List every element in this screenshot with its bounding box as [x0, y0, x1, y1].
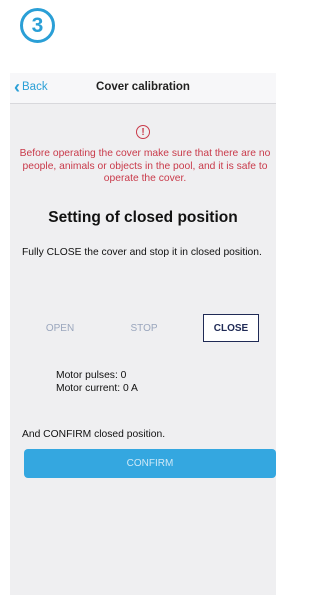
section-heading: Setting of closed position — [48, 209, 238, 226]
confirm-button[interactable]: CONFIRM — [24, 449, 276, 478]
close-button[interactable]: CLOSE — [203, 314, 259, 342]
motor-current: Motor current: 0 A — [56, 382, 138, 394]
page-title: Cover calibration — [96, 81, 190, 93]
step-number-badge: 3 — [20, 8, 55, 43]
warning-icon-glyph: ! — [141, 126, 145, 138]
confirm-prompt: And CONFIRM closed position. — [22, 429, 166, 440]
motor-status: Motor pulses: 0 Motor current: 0 A — [56, 370, 138, 395]
instruction-text: Fully CLOSE the cover and stop it in clo… — [22, 247, 262, 258]
step-number: 3 — [31, 13, 44, 37]
stop-button[interactable]: STOP — [119, 314, 169, 342]
warning-icon: ! — [136, 125, 150, 139]
navigation-bar: ‹ Back Cover calibration — [10, 73, 276, 104]
app-screen: ‹ Back Cover calibration ! Before operat… — [10, 73, 276, 595]
open-button[interactable]: OPEN — [32, 314, 88, 342]
motor-pulses: Motor pulses: 0 — [56, 370, 127, 381]
safety-warning-text: Before operating the cover make sure tha… — [19, 148, 271, 184]
